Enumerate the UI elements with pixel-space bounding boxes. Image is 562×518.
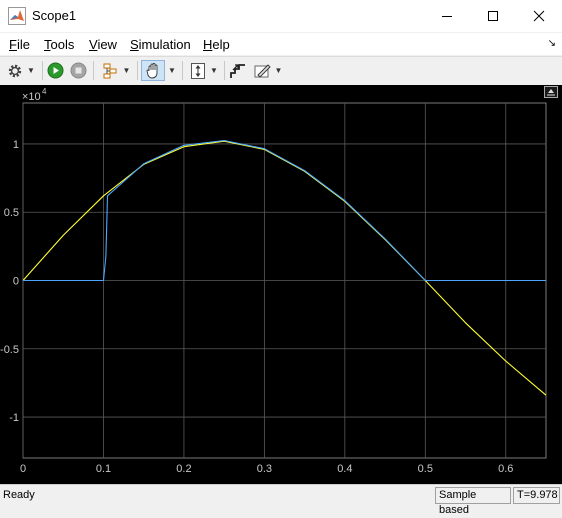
x-tick-label: 0.1 bbox=[96, 463, 111, 475]
stop-button[interactable] bbox=[68, 60, 88, 81]
menu-bar: File Tools View Simulation Help ↘ bbox=[0, 33, 562, 55]
style-icon bbox=[254, 63, 271, 78]
exponent-label: ×10 bbox=[22, 91, 41, 103]
dropdown-caret-icon: ▼ bbox=[274, 66, 283, 75]
toolbar-separator bbox=[93, 61, 94, 80]
scope-axes: 0 0.1 0.2 0.3 0.4 0.5 0.6 1 0.5 0 -0.5 -1 ×10 4 bbox=[0, 87, 547, 475]
toolbar: ▼ ▼ ▼ ▼ ▼ bbox=[0, 56, 562, 86]
maximize-button[interactable] bbox=[470, 0, 516, 32]
stop-icon bbox=[70, 62, 86, 79]
style-button[interactable]: ▼ bbox=[251, 60, 285, 81]
x-tick-label: 0.2 bbox=[176, 463, 191, 475]
pan-hand-icon bbox=[146, 63, 157, 79]
matlab-logo-icon bbox=[8, 7, 26, 25]
yellow-signal-trace bbox=[22, 140, 547, 396]
dock-arrow-icon[interactable]: ↘ bbox=[548, 38, 556, 49]
run-button[interactable] bbox=[45, 60, 65, 81]
menu-view[interactable]: View bbox=[89, 37, 117, 52]
y-tick-label: -0.5 bbox=[0, 344, 19, 356]
dropdown-caret-icon: ▼ bbox=[210, 66, 218, 75]
dropdown-caret-icon: ▼ bbox=[168, 66, 176, 75]
blue-signal-trace bbox=[23, 139, 546, 282]
toolbar-separator bbox=[224, 61, 225, 80]
status-ready-text: Ready bbox=[3, 489, 35, 501]
close-icon bbox=[533, 10, 545, 22]
menu-simulation[interactable]: Simulation bbox=[130, 37, 191, 52]
y-tick-label: 0.5 bbox=[4, 207, 19, 219]
autoscale-icon bbox=[230, 63, 245, 78]
zoom-y-icon bbox=[191, 62, 206, 79]
toolbar-separator bbox=[42, 61, 43, 80]
dropdown-caret-icon: ▼ bbox=[27, 66, 35, 75]
autoscale-button[interactable] bbox=[228, 60, 248, 81]
toolbar-separator bbox=[182, 61, 183, 80]
pan-button[interactable] bbox=[141, 60, 165, 81]
x-tick-label: 0.3 bbox=[257, 463, 272, 475]
signal-selector-icon bbox=[103, 63, 117, 78]
y-tick-label: 0 bbox=[13, 276, 19, 288]
menu-help[interactable]: Help bbox=[203, 37, 230, 52]
signal-selector-button[interactable]: ▼ bbox=[98, 60, 134, 81]
minimize-button[interactable] bbox=[424, 0, 470, 32]
simulation-time-indicator: T=9.978 bbox=[513, 487, 560, 504]
menu-file[interactable]: File bbox=[9, 37, 30, 52]
zoom-y-button[interactable]: ▼ bbox=[186, 60, 222, 81]
pan-dropdown-button[interactable]: ▼ bbox=[166, 60, 178, 81]
x-tick-label: 0.5 bbox=[418, 463, 433, 475]
sample-mode-indicator: Sample based bbox=[435, 487, 511, 516]
window-title: Scope1 bbox=[32, 8, 77, 23]
x-tick-label: 0 bbox=[20, 463, 26, 475]
exponent-power: 4 bbox=[42, 87, 47, 96]
title-bar: Scope1 bbox=[0, 0, 562, 32]
menu-tools[interactable]: Tools bbox=[44, 37, 74, 52]
configuration-button[interactable]: ▼ bbox=[3, 60, 39, 81]
dropdown-caret-icon: ▼ bbox=[122, 66, 131, 75]
scope-display[interactable]: 0 0.1 0.2 0.3 0.4 0.5 0.6 1 0.5 0 -0.5 -1 ×10 4 bbox=[0, 85, 562, 484]
y-tick-label: 1 bbox=[13, 139, 19, 151]
close-button[interactable] bbox=[516, 0, 562, 32]
maximize-icon bbox=[488, 11, 498, 21]
run-icon bbox=[47, 62, 63, 79]
minimize-icon bbox=[442, 16, 452, 17]
toolbar-separator bbox=[137, 61, 138, 80]
y-tick-label: -1 bbox=[9, 412, 19, 424]
status-bar: Ready Sample based T=9.978 bbox=[0, 484, 562, 516]
x-tick-label: 0.6 bbox=[498, 463, 513, 475]
x-tick-label: 0.4 bbox=[337, 463, 352, 475]
gear-icon bbox=[8, 64, 22, 77]
